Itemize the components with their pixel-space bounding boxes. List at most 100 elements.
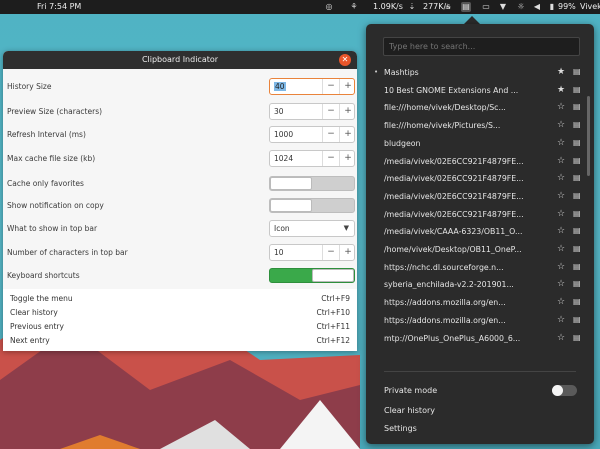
history-item-text[interactable]: mtp://OnePlus_OnePlus_A6000_6... xyxy=(384,334,534,343)
star-outline-icon[interactable]: ☆ xyxy=(557,102,565,112)
star-outline-icon[interactable]: ☆ xyxy=(557,173,565,183)
star-outline-icon[interactable]: ☆ xyxy=(557,297,565,307)
minus-icon[interactable]: − xyxy=(322,127,339,142)
minus-icon[interactable]: − xyxy=(322,104,339,119)
clipboard-history-item[interactable]: bludgeon ☆ ▤ xyxy=(366,135,594,153)
shortcut-key[interactable]: Ctrl+F10 xyxy=(317,308,351,317)
brightness-icon[interactable]: ☼ xyxy=(516,2,526,12)
number-spin-field[interactable]: 1000 − + xyxy=(269,126,355,143)
volume-icon[interactable]: ◀ xyxy=(532,2,542,12)
clipboard-history-item[interactable]: /media/vivek/02E6CC921F4879FE... ☆ ▤ xyxy=(366,170,594,188)
shortcut-row[interactable]: Previous entry Ctrl+F11 xyxy=(10,320,350,334)
coffee-icon[interactable]: ☕ xyxy=(443,2,453,12)
private-mode-label[interactable]: Private mode xyxy=(384,386,437,395)
switch-toggle[interactable] xyxy=(269,176,355,191)
number-spin-field[interactable]: 1024 − + xyxy=(269,150,355,167)
number-spin-field[interactable]: 10 − + xyxy=(269,244,355,261)
star-outline-icon[interactable]: ☆ xyxy=(557,315,565,325)
history-item-text[interactable]: https://addons.mozilla.org/en... xyxy=(384,316,534,325)
history-item-text[interactable]: /media/vivek/02E6CC921F4879FE... xyxy=(384,192,534,201)
delete-icon[interactable]: ▤ xyxy=(573,244,581,253)
delete-icon[interactable]: ▤ xyxy=(573,85,581,94)
plus-icon[interactable]: + xyxy=(339,104,356,119)
clipboard-history-item[interactable]: syberia_enchilada-v2.2-201901... ☆ ▤ xyxy=(366,276,594,294)
shortcut-key[interactable]: Ctrl+F11 xyxy=(317,322,351,331)
clipboard-history-item[interactable]: /media/vivek/CAAA-6323/OB11_O... ☆ ▤ xyxy=(366,223,594,241)
history-item-text[interactable]: https://nchc.dl.sourceforge.n... xyxy=(384,263,534,272)
delete-icon[interactable]: ▤ xyxy=(573,138,581,147)
delete-icon[interactable]: ▤ xyxy=(573,297,581,306)
clear-history-item[interactable]: Clear history xyxy=(384,406,435,415)
battery-icon[interactable]: ▮ xyxy=(547,2,557,12)
network-icon[interactable]: ▼ xyxy=(498,2,508,12)
delete-icon[interactable]: ▤ xyxy=(573,156,581,165)
star-outline-icon[interactable]: ☆ xyxy=(557,120,565,130)
private-mode-toggle[interactable] xyxy=(552,385,577,396)
star-outline-icon[interactable]: ☆ xyxy=(557,191,565,201)
delete-icon[interactable]: ▤ xyxy=(573,226,581,235)
spin-value[interactable]: 1024 xyxy=(274,154,293,163)
delete-icon[interactable]: ▤ xyxy=(573,173,581,182)
search-input[interactable] xyxy=(383,37,580,56)
star-outline-icon[interactable]: ☆ xyxy=(557,226,565,236)
delete-icon[interactable]: ▤ xyxy=(573,102,581,111)
spin-value[interactable]: 10 xyxy=(274,248,284,257)
minus-icon[interactable]: − xyxy=(322,79,339,94)
globe-icon[interactable]: ⚘ xyxy=(349,2,359,12)
star-outline-icon[interactable]: ☆ xyxy=(557,209,565,219)
clipboard-history-item[interactable]: • Mashtips ★ ▤ xyxy=(366,64,594,82)
delete-icon[interactable]: ▤ xyxy=(573,191,581,200)
history-item-text[interactable]: Mashtips xyxy=(384,68,534,77)
clock[interactable]: Fri 7:54 PM xyxy=(37,2,81,11)
wifi-status-icon[interactable]: ◎ xyxy=(324,2,334,12)
shortcut-key[interactable]: Ctrl+F12 xyxy=(317,336,351,345)
delete-icon[interactable]: ▤ xyxy=(573,67,581,76)
history-item-text[interactable]: syberia_enchilada-v2.2-201901... xyxy=(384,280,534,289)
star-outline-icon[interactable]: ☆ xyxy=(557,262,565,272)
clipboard-history-item[interactable]: https://addons.mozilla.org/en... ☆ ▤ xyxy=(366,312,594,330)
star-outline-icon[interactable]: ☆ xyxy=(557,279,565,289)
history-item-text[interactable]: /media/vivek/02E6CC921F4879FE... xyxy=(384,174,534,183)
star-outline-icon[interactable]: ☆ xyxy=(557,156,565,166)
shortcut-row[interactable]: Toggle the menu Ctrl+F9 xyxy=(10,292,350,306)
plus-icon[interactable]: + xyxy=(339,151,356,166)
spin-value[interactable]: 40 xyxy=(274,82,286,91)
history-item-text[interactable]: /media/vivek/02E6CC921F4879FE... xyxy=(384,210,534,219)
spin-value[interactable]: 1000 xyxy=(274,130,293,139)
clipboard-history-item[interactable]: https://addons.mozilla.org/en... ☆ ▤ xyxy=(366,294,594,312)
history-item-text[interactable]: 10 Best GNOME Extensions And ... xyxy=(384,86,534,95)
user-name[interactable]: Vivek xyxy=(580,2,600,11)
shortcut-key[interactable]: Ctrl+F9 xyxy=(321,294,350,303)
clipboard-history-item[interactable]: /home/vivek/Desktop/OB11_OneP... ☆ ▤ xyxy=(366,241,594,259)
history-item-text[interactable]: /media/vivek/02E6CC921F4879FE... xyxy=(384,157,534,166)
minus-icon[interactable]: − xyxy=(322,151,339,166)
spin-value[interactable]: 30 xyxy=(274,107,284,116)
screen-icon[interactable]: ▭ xyxy=(481,2,491,12)
clipboard-history-item[interactable]: https://nchc.dl.sourceforge.n... ☆ ▤ xyxy=(366,259,594,277)
clipboard-history-item[interactable]: mtp://OnePlus_OnePlus_A6000_6... ☆ ▤ xyxy=(366,330,594,348)
history-item-text[interactable]: bludgeon xyxy=(384,139,534,148)
history-item-text[interactable]: https://addons.mozilla.org/en... xyxy=(384,298,534,307)
settings-item[interactable]: Settings xyxy=(384,424,417,433)
history-item-text[interactable]: file:///home/vivek/Desktop/Sc... xyxy=(384,103,534,112)
clipboard-indicator-icon[interactable]: ▤ xyxy=(461,2,471,12)
star-filled-icon[interactable]: ★ xyxy=(557,85,565,95)
clipboard-history-item[interactable]: file:///home/vivek/Pictures/S... ☆ ▤ xyxy=(366,117,594,135)
window-titlebar[interactable]: Clipboard Indicator ✕ xyxy=(3,51,357,69)
minus-icon[interactable]: − xyxy=(322,245,339,260)
clipboard-history-item[interactable]: /media/vivek/02E6CC921F4879FE... ☆ ▤ xyxy=(366,188,594,206)
clipboard-history-item[interactable]: file:///home/vivek/Desktop/Sc... ☆ ▤ xyxy=(366,99,594,117)
number-spin-field[interactable]: 40 − + xyxy=(269,78,355,95)
delete-icon[interactable]: ▤ xyxy=(573,120,581,129)
clipboard-history-item[interactable]: /media/vivek/02E6CC921F4879FE... ☆ ▤ xyxy=(366,153,594,171)
star-outline-icon[interactable]: ☆ xyxy=(557,244,565,254)
shortcut-row[interactable]: Next entry Ctrl+F12 xyxy=(10,334,350,348)
delete-icon[interactable]: ▤ xyxy=(573,315,581,324)
plus-icon[interactable]: + xyxy=(339,245,356,260)
top-bar-display-select[interactable]: Icon ▼ xyxy=(269,220,355,237)
star-outline-icon[interactable]: ☆ xyxy=(557,138,565,148)
clipboard-history-item[interactable]: 10 Best GNOME Extensions And ... ★ ▤ xyxy=(366,82,594,100)
switch-toggle[interactable] xyxy=(269,268,355,283)
star-filled-icon[interactable]: ★ xyxy=(557,67,565,77)
close-icon[interactable]: ✕ xyxy=(339,54,351,66)
